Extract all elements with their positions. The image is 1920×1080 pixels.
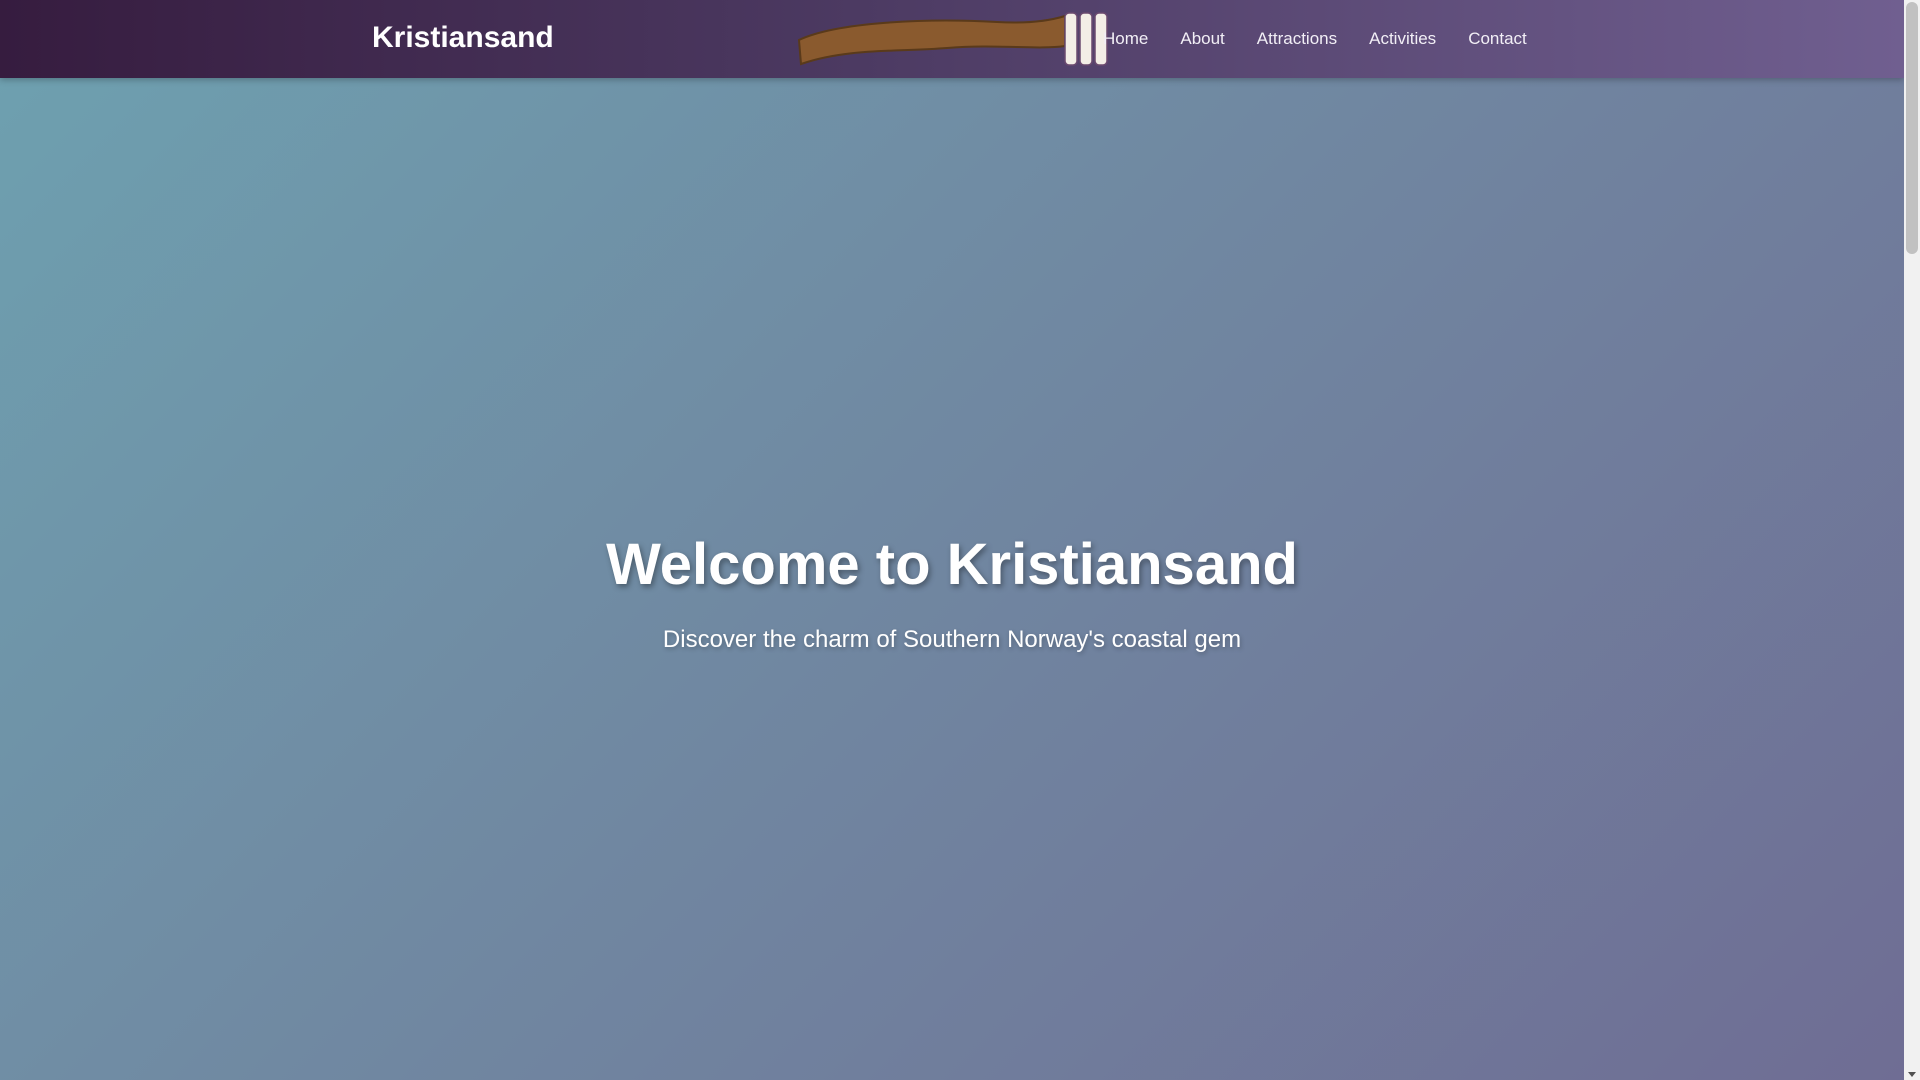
nav-contact[interactable]: Contact (1468, 29, 1527, 49)
nav-activities[interactable]: Activities (1369, 29, 1436, 49)
hero-section: Welcome to Kristiansand Discover the cha… (0, 0, 1904, 1080)
browser-viewport: Welcome to Kristiansand Discover the cha… (0, 0, 1904, 1080)
hero-content: Welcome to Kristiansand Discover the cha… (0, 528, 1904, 656)
hero-title: Welcome to Kristiansand (606, 532, 1298, 597)
nav-home[interactable]: Home (1103, 29, 1148, 49)
ship-hull-icon (797, 14, 1066, 66)
hero-subtitle: Discover the charm of Southern Norway's … (662, 626, 1242, 653)
navbar: Kristiansand Home About Attractions Acti… (0, 0, 1904, 78)
site-brand[interactable]: Kristiansand (372, 18, 554, 58)
nav-attractions[interactable]: Attractions (1257, 29, 1337, 49)
pillar-icon (1064, 12, 1078, 66)
viking-ship-icon (797, 12, 1108, 66)
pillar-icon (1079, 12, 1093, 66)
vertical-scrollbar[interactable] (1904, 0, 1920, 1080)
page: Welcome to Kristiansand Discover the cha… (0, 0, 1920, 1080)
scrollbar-thumb[interactable] (1906, 2, 1918, 254)
scroll-down-arrow-icon[interactable] (1908, 1072, 1916, 1077)
nav-about[interactable]: About (1180, 29, 1224, 49)
main-nav: Home About Attractions Activities Contac… (1103, 0, 1527, 78)
